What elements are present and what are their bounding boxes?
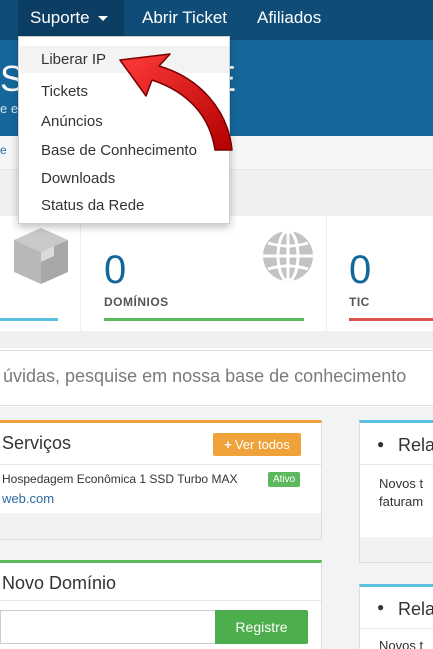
menu-item-tickets[interactable]: Tickets (20, 78, 229, 105)
comment-icon: ● (377, 437, 385, 451)
caret-down-icon (97, 16, 108, 22)
stat-bar-tickets (349, 318, 433, 321)
status-badge: Ativo (268, 472, 301, 487)
news-line: faturam (379, 494, 424, 509)
divider (360, 628, 433, 629)
menu-item-downloads[interactable]: Downloads (20, 165, 229, 192)
domain-panel-title: Novo Domínio (2, 573, 117, 593)
services-title: Serviços (2, 433, 72, 453)
news-line: Novos t (379, 476, 424, 491)
service-domain-link[interactable]: web.com (2, 491, 54, 506)
domains-label: DOMÍNIOS (104, 295, 169, 309)
view-all-button[interactable]: + Ver todos (213, 433, 301, 456)
menu-item-liberar-ip[interactable]: Liberar IP (20, 46, 229, 73)
menu-item-knowledgebase[interactable]: Base de Conhecimento (20, 137, 229, 164)
box-icon (14, 228, 68, 284)
news-panel-title: Rela (398, 435, 433, 455)
plus-icon: + (224, 437, 232, 452)
nav-affiliates[interactable]: Afiliados (257, 0, 321, 36)
divider (0, 464, 321, 465)
nav-support-dropdown[interactable]: Suporte (18, 0, 124, 36)
stat-tile-tickets[interactable]: 0 TIC (327, 216, 433, 331)
support-dropdown-menu: Liberar IP Tickets Anúncios Base de Conh… (18, 36, 230, 224)
domain-search-field[interactable] (0, 610, 216, 644)
tickets-count: 0 (349, 248, 372, 292)
search-input[interactable]: úvidas, pesquise em nossa base de conhec… (3, 366, 406, 387)
service-name[interactable]: Hospedagem Econômica 1 SSD Turbo MAX (2, 472, 237, 486)
globe-icon (263, 229, 313, 283)
stat-bar-domains (104, 318, 304, 321)
menu-item-network-status[interactable]: Status da Rede (20, 192, 229, 219)
view-all-label: Ver todos (234, 437, 290, 452)
stat-tile-services[interactable] (0, 216, 80, 331)
tickets-label: TIC (349, 295, 370, 309)
news-panel-footer (360, 537, 433, 562)
domains-count: 0 (104, 248, 127, 292)
divider (0, 600, 321, 601)
stat-bar-services (0, 318, 58, 321)
news-panel-title: Rela (398, 599, 433, 619)
nav-open-ticket[interactable]: Abrir Ticket (142, 0, 227, 36)
breadcrumb-link[interactable]: e (0, 143, 7, 157)
comment-icon: ● (377, 600, 385, 614)
register-button[interactable]: Registre (215, 610, 308, 644)
page-subtitle-left: e e (0, 101, 19, 116)
stat-tile-domains[interactable]: 0 DOMÍNIOS (81, 216, 326, 331)
news-line: Novos t (379, 638, 424, 649)
divider (360, 464, 433, 465)
nav-support-label: Suporte (30, 8, 90, 27)
services-panel-footer (0, 513, 321, 539)
menu-item-announcements[interactable]: Anúncios (20, 108, 229, 135)
